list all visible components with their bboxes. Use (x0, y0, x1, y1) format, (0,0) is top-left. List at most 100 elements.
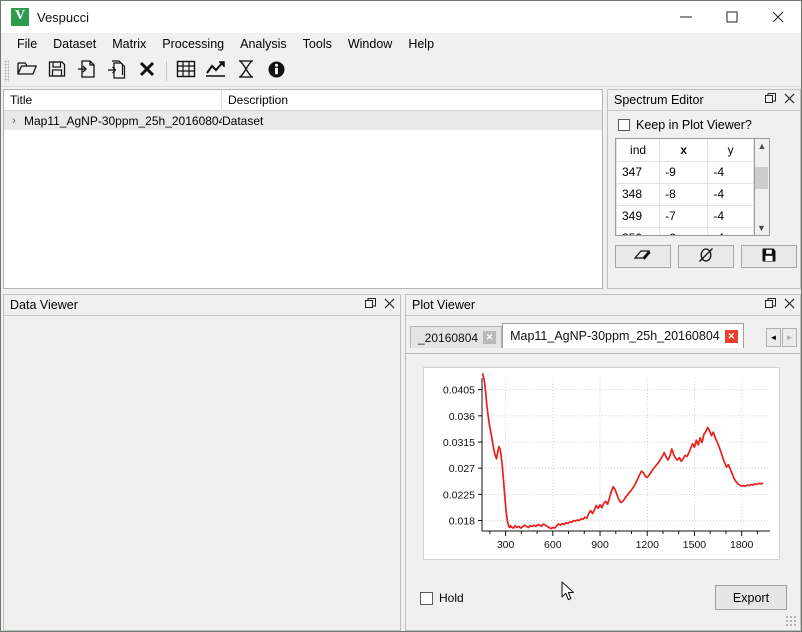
spectrum-table-scrollbar[interactable]: ▲ ▼ (755, 138, 770, 236)
data-viewer-float-button[interactable] (362, 296, 379, 314)
cell-x[interactable]: -6 (660, 227, 708, 236)
tab-prev-button[interactable]: ◄ (766, 328, 781, 347)
view-dataset-button[interactable] (171, 57, 201, 85)
table-row[interactable]: 349 -7 -4 (617, 205, 754, 227)
column-header-description[interactable]: Description (222, 90, 602, 111)
plot-canvas[interactable]: 0.0180.02250.0270.03150.0360.04053006009… (423, 367, 780, 560)
checkbox-box[interactable] (618, 119, 630, 131)
tab-next-button[interactable]: ► (782, 328, 797, 347)
cell-y[interactable]: -4 (708, 205, 754, 227)
export-button-label: Export (733, 591, 769, 605)
maximize-button[interactable] (709, 1, 755, 33)
keep-in-plot-viewer-label: Keep in Plot Viewer? (636, 118, 752, 132)
checkbox-box[interactable] (420, 592, 433, 605)
import-dataset-button[interactable] (72, 57, 102, 85)
about-button[interactable] (261, 57, 291, 85)
open-button[interactable] (12, 57, 42, 85)
menu-file[interactable]: File (9, 35, 45, 53)
svg-text:1800: 1800 (730, 539, 754, 551)
table-row[interactable]: 347 -9 -4 (617, 161, 754, 183)
dataset-tree-header: Title Description (4, 90, 602, 111)
plot-button[interactable] (201, 57, 231, 85)
tab-label: Map11_AgNP-30ppm_25h_20160804 (510, 329, 720, 343)
tab-close-icon[interactable]: ✕ (483, 331, 496, 344)
plot-tab-1[interactable]: Map11_AgNP-30ppm_25h_20160804 ✕ (502, 323, 744, 348)
table-row[interactable]: 350 -6 -4 (617, 227, 754, 236)
clear-button[interactable] (615, 245, 671, 268)
tab-close-icon[interactable]: ✕ (725, 330, 738, 343)
cell-ind[interactable]: 350 (617, 227, 660, 236)
toolbar-drag-handle[interactable] (4, 60, 9, 82)
info-icon (267, 60, 286, 82)
plot-tab-0[interactable]: _20160804 ✕ (410, 326, 502, 348)
close-button[interactable] (755, 1, 801, 33)
data-viewer-header: Data Viewer (4, 295, 400, 316)
menu-processing[interactable]: Processing (154, 35, 232, 53)
spectrum-editor-close-button[interactable] (781, 91, 798, 109)
menu-help[interactable]: Help (400, 35, 442, 53)
keep-in-plot-viewer-checkbox[interactable]: Keep in Plot Viewer? (608, 111, 800, 136)
cell-x[interactable]: -7 (660, 205, 708, 227)
save-button[interactable] (42, 57, 72, 85)
export-button[interactable]: Export (715, 585, 787, 610)
float-icon (765, 298, 776, 312)
dataset-title: Map11_AgNP-30ppm_25h_20160804 (24, 114, 222, 128)
close-icon (784, 93, 795, 107)
menu-analysis[interactable]: Analysis (232, 35, 295, 53)
spectrum-editor-float-button[interactable] (762, 91, 779, 109)
spectrum-data-table[interactable]: ind x y 347 -9 -4 348 -8 -4 349 -7 - (615, 138, 755, 236)
spectrum-plot-svg: 0.0180.02250.0270.03150.0360.04053006009… (424, 368, 779, 559)
menu-matrix[interactable]: Matrix (104, 35, 154, 53)
spectrum-editor-actions (615, 245, 797, 268)
import-icon (77, 59, 97, 82)
cell-y[interactable]: -4 (708, 183, 754, 205)
cell-y[interactable]: -4 (708, 161, 754, 183)
cell-x[interactable]: -8 (660, 183, 708, 205)
save-button[interactable] (741, 245, 797, 268)
svg-text:0.0405: 0.0405 (443, 385, 475, 397)
data-viewer-title: Data Viewer (10, 298, 362, 312)
tab-strip-baseline (406, 353, 800, 354)
minimize-button[interactable] (663, 1, 709, 33)
table-row[interactable]: › Map11_AgNP-30ppm_25h_20160804 Dataset (4, 111, 602, 130)
menu-dataset[interactable]: Dataset (45, 35, 104, 53)
menu-tools[interactable]: Tools (295, 35, 340, 53)
svg-text:0.0225: 0.0225 (443, 489, 475, 501)
scrollbar-thumb[interactable] (755, 167, 768, 189)
cell-x[interactable]: -9 (660, 161, 708, 183)
spectrum-editor-button[interactable] (231, 57, 261, 85)
null-set-icon (697, 246, 715, 267)
float-icon (365, 298, 376, 312)
plot-viewer-header: Plot Viewer (406, 295, 800, 316)
resize-grip[interactable] (785, 615, 797, 627)
table-row[interactable]: 348 -8 -4 (617, 183, 754, 205)
tab-navigation: ◄ ► (766, 328, 797, 347)
svg-text:1500: 1500 (683, 539, 707, 551)
line-chart-icon (205, 60, 227, 81)
scroll-up-arrow-icon[interactable]: ▲ (755, 139, 769, 153)
expand-chevron-icon[interactable]: › (4, 115, 24, 127)
cell-y[interactable]: -4 (708, 227, 754, 236)
column-header-x: x (660, 139, 708, 161)
column-header-title[interactable]: Title (4, 90, 222, 111)
scroll-down-arrow-icon[interactable]: ▼ (755, 221, 768, 235)
close-icon (384, 298, 395, 312)
cell-ind[interactable]: 347 (617, 161, 660, 183)
hold-checkbox[interactable]: Hold (420, 591, 464, 605)
delete-button[interactable] (132, 57, 162, 85)
cell-ind[interactable]: 349 (617, 205, 660, 227)
save-icon (761, 247, 777, 266)
spectrum-editor-panel: Spectrum Editor (607, 89, 801, 289)
menu-window[interactable]: Window (340, 35, 400, 53)
plot-tab-strip: _20160804 ✕ Map11_AgNP-30ppm_25h_2016080… (406, 322, 800, 348)
data-viewer-close-button[interactable] (381, 296, 398, 314)
mouse-cursor-icon (561, 581, 577, 606)
cell-ind[interactable]: 348 (617, 183, 660, 205)
plot-viewer-float-button[interactable] (762, 296, 779, 314)
import-multiple-button[interactable] (102, 57, 132, 85)
column-header-y: y (708, 139, 754, 161)
svg-text:900: 900 (591, 539, 609, 551)
window-title: Vespucci (37, 10, 89, 25)
plot-viewer-close-button[interactable] (781, 296, 798, 314)
zero-button[interactable] (678, 245, 734, 268)
